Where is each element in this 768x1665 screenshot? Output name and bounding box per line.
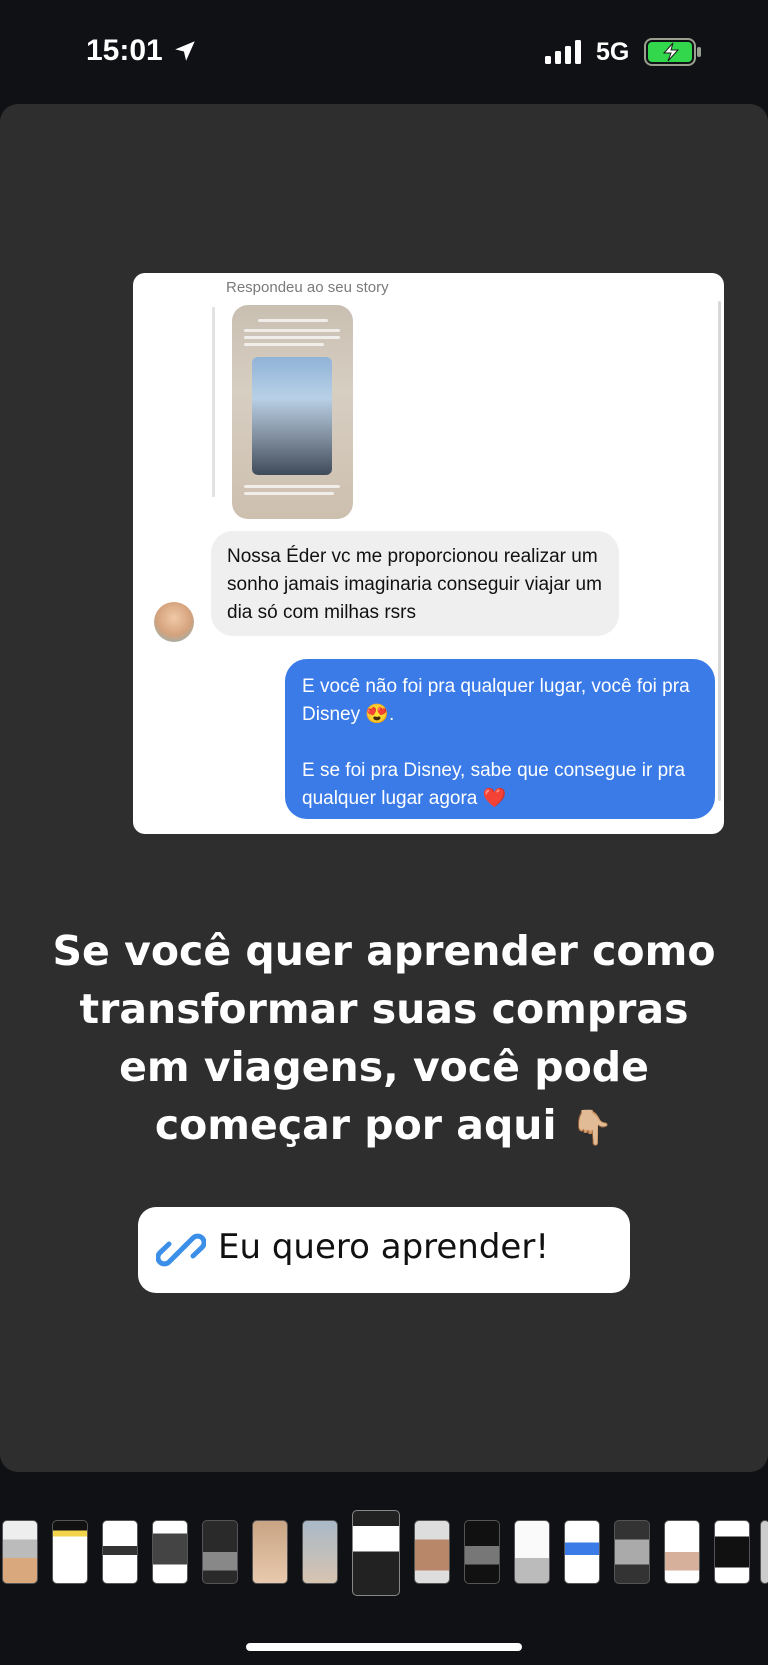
story-card[interactable]: Respondeu ao seu story Nossa Éder vc me … xyxy=(0,104,768,1472)
pointing-down-icon: 👇🏼 xyxy=(570,1108,614,1148)
story-thumbnail[interactable] xyxy=(714,1520,750,1584)
outgoing-paragraph-1: E você não foi pra qualquer lugar, você … xyxy=(302,676,690,725)
story-thumbnail-strip xyxy=(0,1510,768,1600)
incoming-message-bubble: Nossa Éder vc me proporcionou realizar u… xyxy=(211,531,619,636)
story-thumbnail[interactable] xyxy=(414,1520,450,1584)
outgoing-message-bubble: E você não foi pra qualquer lugar, você … xyxy=(285,659,715,819)
location-arrow-icon xyxy=(175,41,195,61)
avatar xyxy=(154,602,194,642)
quote-bar xyxy=(212,307,215,497)
home-indicator[interactable] xyxy=(246,1643,522,1651)
chat-screenshot: Respondeu ao seu story Nossa Éder vc me … xyxy=(133,273,724,834)
story-thumbnail[interactable] xyxy=(52,1520,88,1584)
story-thumbnail[interactable] xyxy=(514,1520,550,1584)
status-bar: 15:01 5G xyxy=(0,0,768,104)
link-sticker-label: Eu quero aprender! xyxy=(218,1227,549,1267)
incoming-message-text: Nossa Éder vc me proporcionou realizar u… xyxy=(227,546,602,623)
headline-text: Se você quer aprender como transformar s… xyxy=(52,927,716,1149)
battery-charging-icon xyxy=(644,38,701,66)
scroll-indicator xyxy=(718,301,721,801)
story-thumbnail[interactable] xyxy=(152,1520,188,1584)
outgoing-message-text: E você não foi pra qualquer lugar, você … xyxy=(302,673,702,813)
story-thumbnail[interactable] xyxy=(102,1520,138,1584)
signal-bars-icon xyxy=(545,40,581,64)
network-label: 5G xyxy=(596,38,630,66)
link-icon xyxy=(156,1233,206,1267)
story-thumbnail[interactable] xyxy=(252,1520,288,1584)
story-thumbnail[interactable] xyxy=(760,1520,768,1584)
reply-caption: Respondeu ao seu story xyxy=(226,279,389,296)
story-thumbnail[interactable] xyxy=(464,1520,500,1584)
headline: Se você quer aprender como transformar s… xyxy=(40,922,728,1157)
story-thumbnail[interactable] xyxy=(564,1520,600,1584)
story-thumbnail[interactable] xyxy=(2,1520,38,1584)
story-thumbnail[interactable] xyxy=(202,1520,238,1584)
story-thumbnail[interactable] xyxy=(664,1520,700,1584)
status-time: 15:01 xyxy=(86,34,163,67)
link-sticker[interactable]: Eu quero aprender! xyxy=(138,1207,630,1293)
story-thumbnail[interactable] xyxy=(302,1520,338,1584)
replied-story-thumbnail xyxy=(232,305,353,519)
outgoing-paragraph-2: E se foi pra Disney, sabe que consegue i… xyxy=(302,760,686,809)
story-thumbnail-active[interactable] xyxy=(352,1510,400,1596)
story-thumbnail[interactable] xyxy=(614,1520,650,1584)
